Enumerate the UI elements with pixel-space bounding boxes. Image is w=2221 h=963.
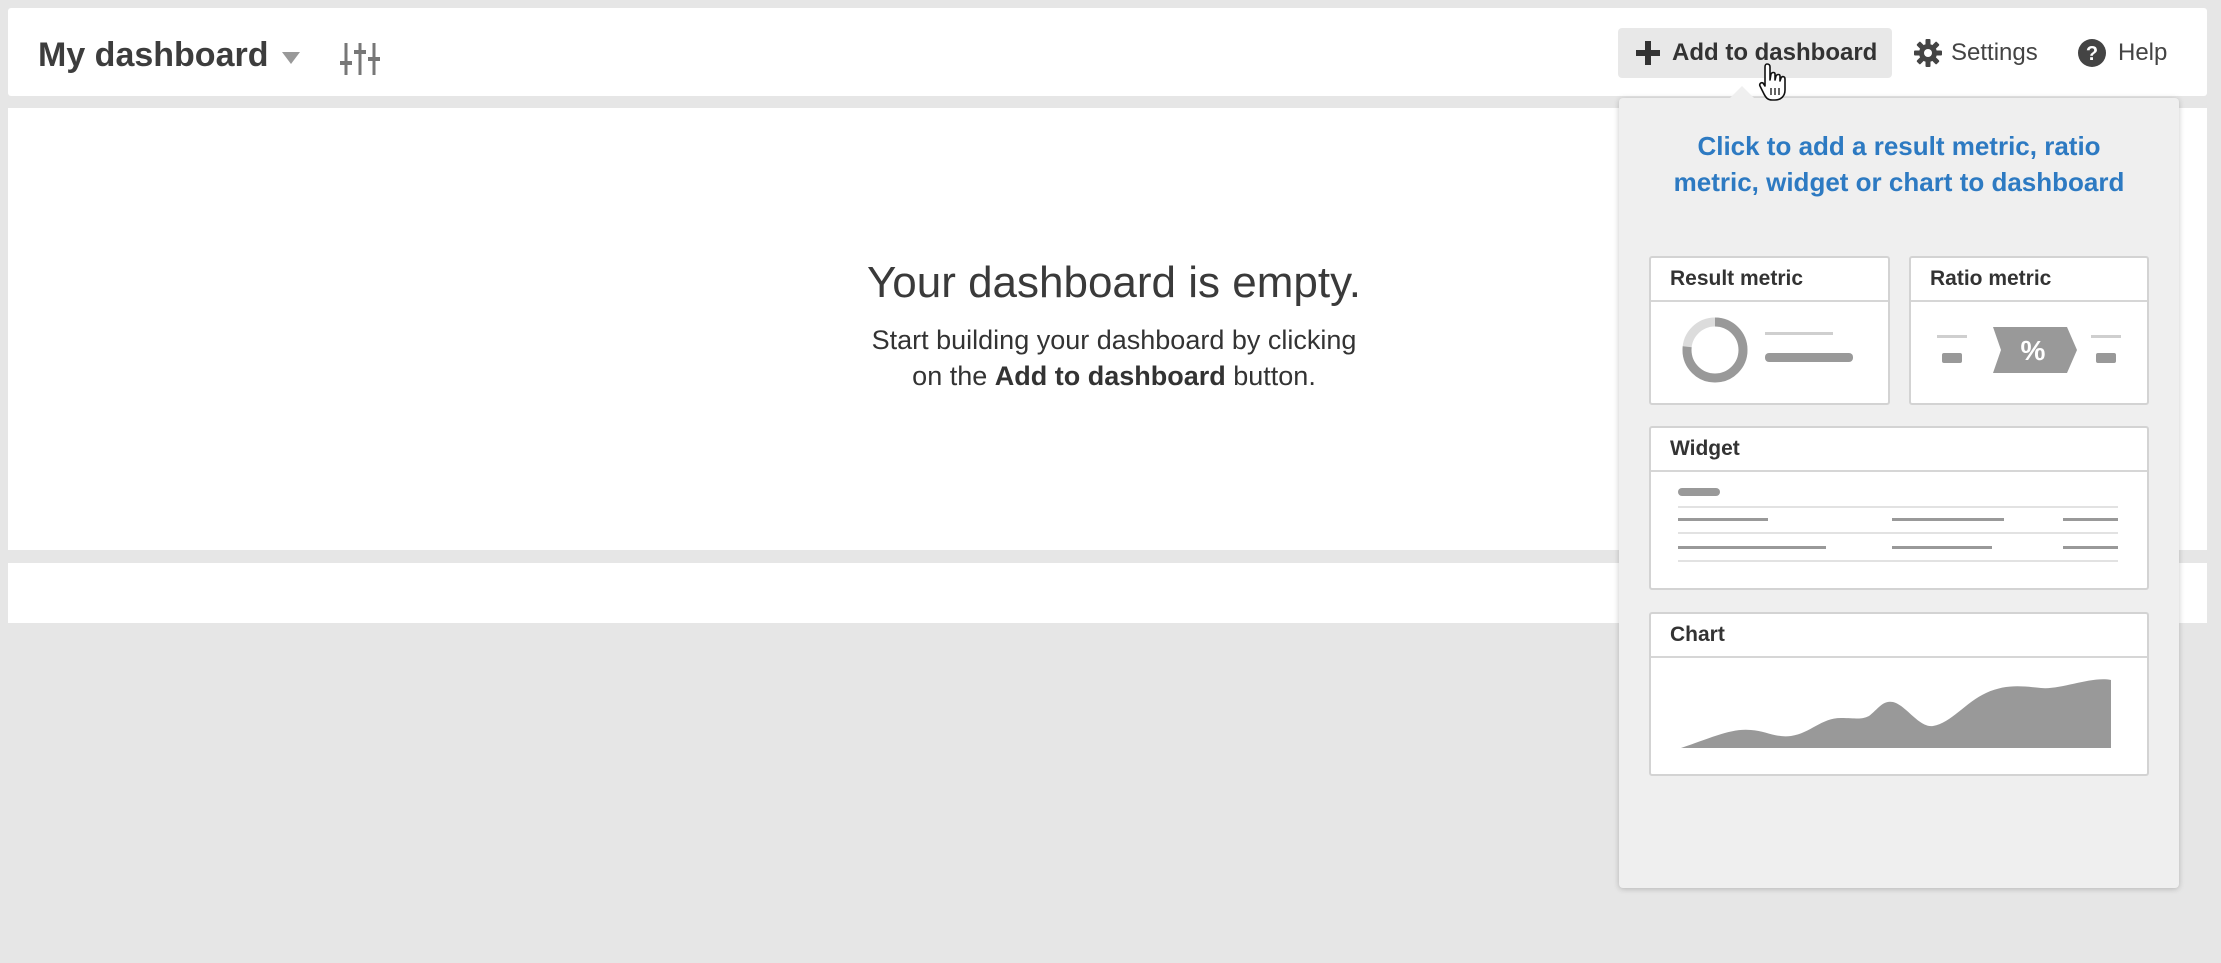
help-circle-icon: ?: [2078, 39, 2106, 67]
sliders-icon[interactable]: [340, 41, 380, 77]
result-metric-title: Result metric: [1651, 258, 1888, 302]
empty-state-line2-prefix: on the: [912, 361, 995, 391]
help-button[interactable]: ? Help: [2077, 28, 2167, 78]
chevron-down-icon[interactable]: [282, 52, 300, 64]
svg-text:?: ?: [2086, 43, 2098, 65]
add-to-dashboard-popover: Click to add a result metric, ratio metr…: [1619, 98, 2179, 888]
ratio-percent-symbol: %: [2021, 335, 2046, 366]
donut-icon: [1682, 317, 1853, 383]
empty-state-line2-bold: Add to dashboard: [994, 361, 1226, 391]
area-chart-icon: [1681, 679, 2111, 748]
empty-state-message: Start building your dashboard by clickin…: [764, 322, 1464, 394]
empty-state-line2-suffix: button.: [1225, 361, 1316, 391]
dashboard-title[interactable]: My dashboard: [38, 36, 268, 75]
chart-title: Chart: [1651, 614, 2147, 658]
ratio-metric-card[interactable]: Ratio metric %: [1909, 256, 2149, 405]
help-label: Help: [2118, 39, 2168, 66]
settings-label: Settings: [1951, 39, 2038, 66]
empty-state: Your dashboard is empty. Start building …: [764, 258, 1464, 394]
result-metric-card[interactable]: Result metric: [1649, 256, 1890, 405]
chart-card[interactable]: Chart: [1649, 612, 2149, 776]
ratio-icon: %: [1937, 327, 2121, 373]
empty-state-line2: on the Add to dashboard button.: [764, 358, 1464, 394]
popover-arrow: [1729, 86, 1755, 99]
empty-state-title: Your dashboard is empty.: [866, 258, 1362, 307]
top-bar: My dashboard Add to dashboard Settings ?…: [8, 8, 2207, 96]
empty-state-line1: Start building your dashboard by clickin…: [871, 325, 1357, 355]
settings-button[interactable]: Settings: [1914, 28, 2038, 78]
table-icon: [1678, 488, 2118, 562]
plus-icon: [1636, 41, 1660, 65]
widget-title: Widget: [1651, 428, 2147, 472]
add-to-dashboard-button[interactable]: Add to dashboard: [1618, 28, 1892, 78]
gear-icon: [1914, 39, 1942, 67]
ratio-metric-title: Ratio metric: [1911, 258, 2147, 302]
hand-pointer-icon: [1758, 63, 1786, 101]
popover-heading: Click to add a result metric, ratio metr…: [1673, 131, 2125, 197]
widget-card[interactable]: Widget: [1649, 426, 2149, 590]
